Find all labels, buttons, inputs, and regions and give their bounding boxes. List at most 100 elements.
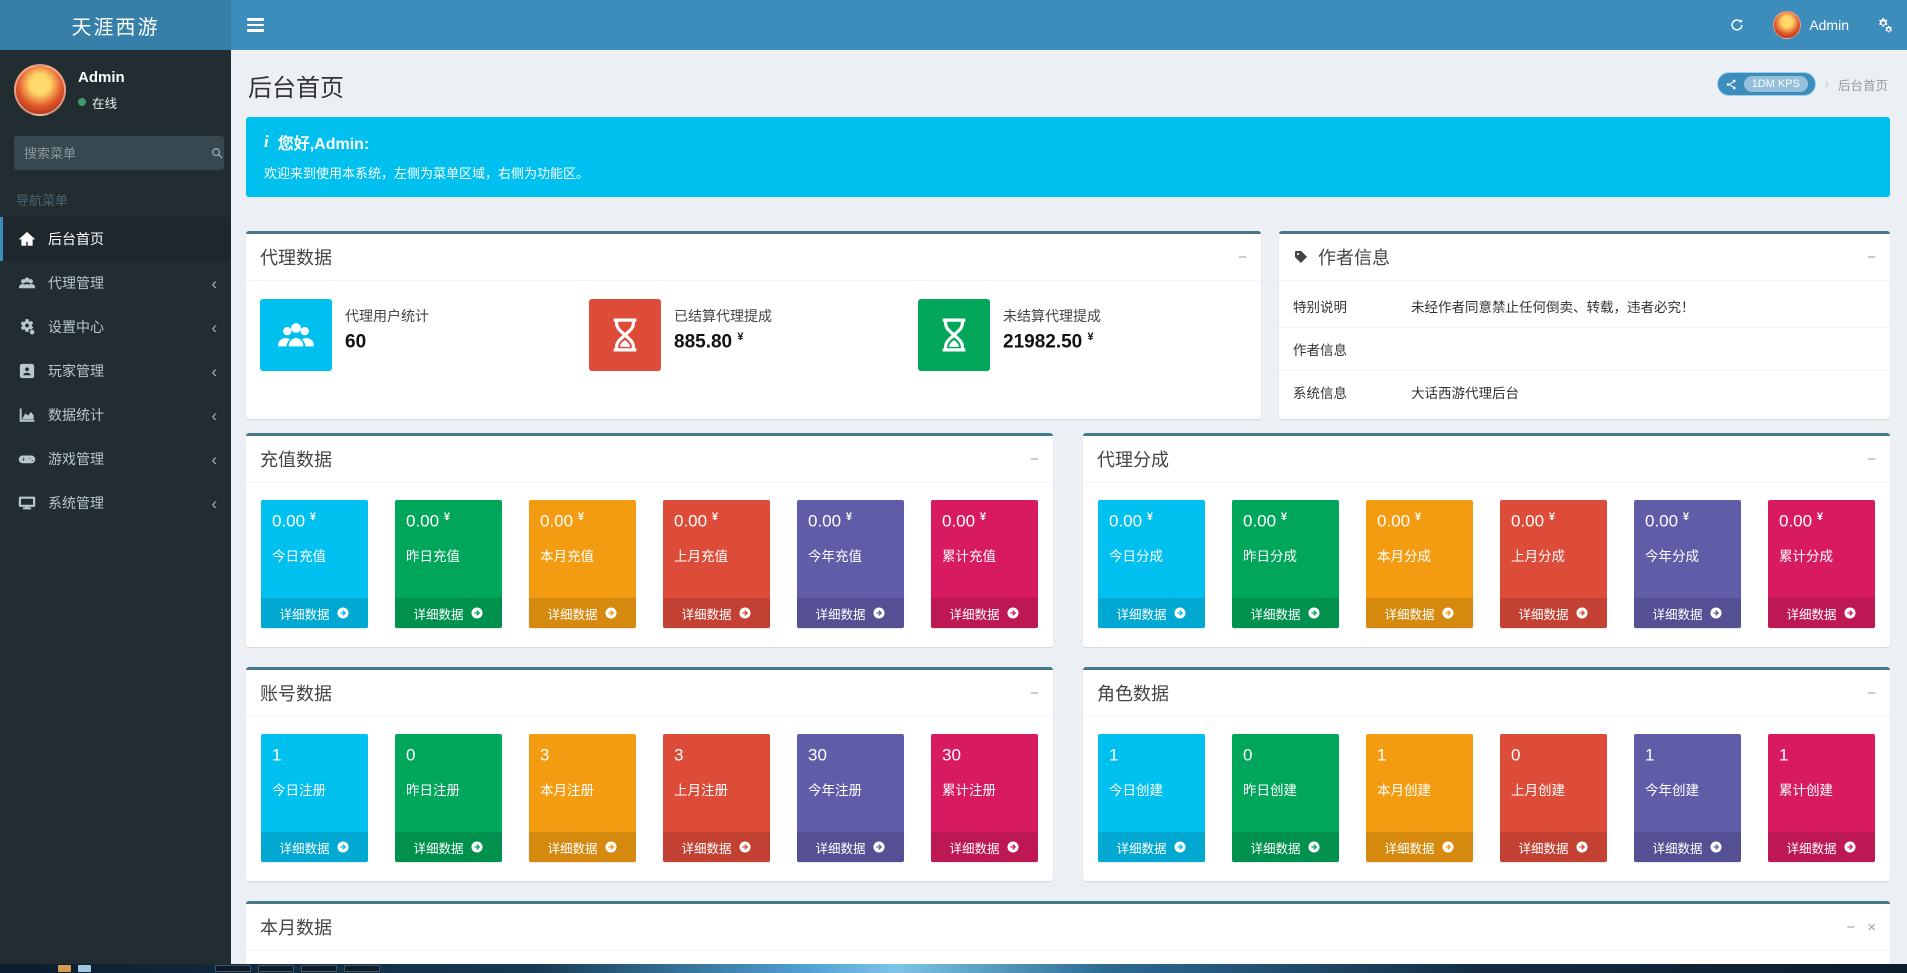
table-row: 作者信息 [1279,328,1890,371]
panel-title: 代理分成 [1097,446,1169,472]
detail-data-link[interactable]: 详细数据 [1500,598,1607,628]
sidebar-item-agents[interactable]: 代理管理 ‹ [0,261,231,305]
sidebar: Admin 在线 导航菜单 后台首页 代理管理 ‹ 设置中心 ‹ [0,50,231,973]
collapse-button[interactable]: − [1238,250,1247,265]
stat-tile: 0.00 ¥ 今年分成 详细数据 [1634,500,1741,628]
chevron-left-icon: ‹ [211,407,217,424]
main-content: 后台首页 1DM KPS › 后台首页 i 您好,Admin: 欢迎来到使用本系… [231,50,1907,973]
panel-title: 代理数据 [260,244,332,270]
detail-data-link[interactable]: 详细数据 [1098,832,1205,862]
breadcrumb-current: 后台首页 [1838,75,1888,94]
collapse-button[interactable]: − [1867,686,1876,701]
panel-agent-data: 代理数据 − 代理用户统计 60 [246,231,1261,419]
detail-data-link[interactable]: 详细数据 [1768,598,1875,628]
detail-data-link[interactable]: 详细数据 [663,832,770,862]
settings-button[interactable] [1863,0,1907,50]
detail-data-link[interactable]: 详细数据 [529,832,636,862]
arrow-circle-right-icon [1709,606,1723,620]
stat-tile: 0.00 ¥ 今日分成 详细数据 [1098,500,1205,628]
sidebar-toggle-button[interactable] [231,0,279,50]
sidebar-item-games[interactable]: 游戏管理 ‹ [0,437,231,481]
stat-tile: 0.00 ¥ 今年充值 详细数据 [797,500,904,628]
taskbar-item[interactable] [78,965,91,972]
refresh-button[interactable] [1715,0,1759,50]
chevron-left-icon: ‹ [211,495,217,512]
taskbar-item[interactable] [58,965,71,972]
panel-role-data: 角色数据 − 1 今日创建 详细数据 [1083,667,1890,881]
taskbar-item[interactable] [215,965,251,972]
arrow-circle-right-icon [604,606,618,620]
detail-data-link[interactable]: 详细数据 [931,832,1038,862]
detail-data-link[interactable]: 详细数据 [1366,832,1473,862]
breadcrumb-badge[interactable]: 1DM KPS [1717,72,1816,96]
detail-data-link[interactable]: 详细数据 [931,598,1038,628]
sidebar-user-name: Admin [78,69,125,86]
detail-data-link[interactable]: 详细数据 [529,598,636,628]
player-icon [18,362,36,380]
taskbar-item[interactable] [344,965,380,972]
stat-tile: 0.00 ¥ 累计充值 详细数据 [931,500,1038,628]
arrow-circle-right-icon [1173,606,1187,620]
detail-data-link[interactable]: 详细数据 [1500,832,1607,862]
sidebar-item-players[interactable]: 玩家管理 ‹ [0,349,231,393]
chart-icon [18,406,36,424]
share-alt-icon [1725,78,1738,91]
users-icon [260,299,332,371]
sidebar-item-home[interactable]: 后台首页 [0,217,231,261]
user-menu[interactable]: Admin [1759,0,1863,50]
collapse-button[interactable]: − [1030,686,1039,701]
detail-data-link[interactable]: 详细数据 [1634,832,1741,862]
detail-data-link[interactable]: 详细数据 [797,832,904,862]
arrow-circle-right-icon [1307,840,1321,854]
detail-data-link[interactable]: 详细数据 [261,832,368,862]
hamburger-icon [247,18,264,21]
user-avatar [1773,11,1801,39]
arrow-circle-right-icon [470,840,484,854]
stat-tile: 1 今年创建 详细数据 [1634,734,1741,862]
collapse-button[interactable]: − [1030,452,1039,467]
detail-data-link[interactable]: 详细数据 [663,598,770,628]
sidebar-item-statistics[interactable]: 数据统计 ‹ [0,393,231,437]
chevron-left-icon: ‹ [211,451,217,468]
close-icon[interactable]: × [1867,920,1876,935]
sidebar-section-label: 导航菜单 [0,176,231,217]
detail-data-link[interactable]: 详细数据 [1634,598,1741,628]
sidebar-item-settings[interactable]: 设置中心 ‹ [0,305,231,349]
menu-search-input[interactable] [14,136,210,170]
detail-data-link[interactable]: 详细数据 [395,598,502,628]
breadcrumb-separator: › [1825,77,1829,91]
table-row: 系统信息 大话西游代理后台 [1279,371,1890,413]
sidebar-item-system[interactable]: 系统管理 ‹ [0,481,231,525]
sidebar-menu: 后台首页 代理管理 ‹ 设置中心 ‹ 玩家管理 ‹ 数据统计 ‹ 游戏管理 ‹ [0,217,231,525]
stat-tile: 1 累计创建 详细数据 [1768,734,1875,862]
stat-tile: 0.00 ¥ 上月充值 详细数据 [663,500,770,628]
info-icon: i [264,132,269,152]
detail-data-link[interactable]: 详细数据 [797,598,904,628]
detail-data-link[interactable]: 详细数据 [261,598,368,628]
collapse-button[interactable]: − [1867,250,1876,265]
stat-tile: 0 昨日注册 详细数据 [395,734,502,862]
detail-data-link[interactable]: 详细数据 [1366,598,1473,628]
detail-data-link[interactable]: 详细数据 [395,832,502,862]
collapse-button[interactable]: − [1867,452,1876,467]
collapse-button[interactable]: − [1846,920,1855,935]
taskbar-item[interactable] [258,965,294,972]
arrow-circle-right-icon [1441,840,1455,854]
brand-logo[interactable]: 天涯西游 [0,0,231,50]
menu-search-button[interactable] [210,136,224,170]
alert-message: 欢迎来到使用本系统，左侧为菜单区域，右侧为功能区。 [264,163,1872,182]
arrow-circle-right-icon [1307,606,1321,620]
detail-data-link[interactable]: 详细数据 [1768,832,1875,862]
sidebar-search [14,136,217,170]
detail-data-link[interactable]: 详细数据 [1232,832,1339,862]
taskbar-item[interactable] [301,965,337,972]
search-icon [210,146,224,160]
sidebar-avatar [14,64,66,116]
sidebar-user-panel: Admin 在线 [0,50,231,128]
panel-title: 角色数据 [1097,680,1169,706]
stat-tile: 0.00 ¥ 昨日分成 详细数据 [1232,500,1339,628]
detail-data-link[interactable]: 详细数据 [1232,598,1339,628]
arrow-circle-right-icon [1441,606,1455,620]
chevron-left-icon: ‹ [211,275,217,292]
detail-data-link[interactable]: 详细数据 [1098,598,1205,628]
